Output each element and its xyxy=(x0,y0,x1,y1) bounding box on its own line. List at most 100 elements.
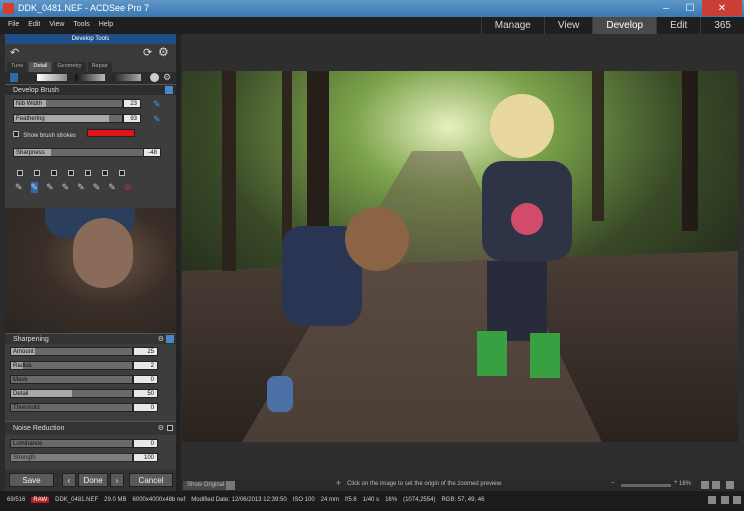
pen-icon[interactable]: ✎ xyxy=(30,182,39,193)
actual-size-icon[interactable] xyxy=(712,481,720,489)
undo-icon[interactable]: ↶ xyxy=(10,46,19,59)
feathering-label: Feathering xyxy=(16,116,45,122)
strength-value[interactable]: 100 xyxy=(133,453,158,462)
show-strokes-checkbox[interactable] xyxy=(13,131,19,137)
menu-view[interactable]: View xyxy=(49,21,64,28)
brush-checkbox[interactable] xyxy=(51,170,57,176)
brush-check-icon[interactable]: ✎ xyxy=(153,99,161,110)
fullscreen-icon[interactable] xyxy=(726,481,734,489)
mode-develop[interactable]: Develop xyxy=(592,17,657,34)
menu-help[interactable]: Help xyxy=(99,21,113,28)
sharpness-label: Sharpness xyxy=(16,150,45,156)
zoom-preview[interactable] xyxy=(5,208,176,333)
brush-checkboxes xyxy=(17,170,125,176)
sharpening-gear-icon[interactable]: ⚙ xyxy=(158,334,164,345)
reset-icon[interactable]: ⟳ xyxy=(143,46,152,59)
section-toggle-icon[interactable] xyxy=(165,86,173,94)
feathering-value[interactable]: 93 xyxy=(123,114,141,123)
nib-width-value[interactable]: 23 xyxy=(123,99,141,108)
pen-icon[interactable]: ✎ xyxy=(77,182,85,193)
compare-icon[interactable] xyxy=(226,481,235,490)
help-icon[interactable] xyxy=(150,73,159,82)
next-button[interactable]: › xyxy=(110,473,124,487)
noise-gear-icon[interactable]: ⚙ xyxy=(158,422,164,436)
zoom-in-icon[interactable]: + xyxy=(674,480,678,486)
image-count: 69/516 xyxy=(7,497,26,503)
sharpening-title: Sharpening xyxy=(13,336,49,343)
menu-tools[interactable]: Tools xyxy=(73,21,89,28)
minimize-button[interactable]: – xyxy=(654,0,678,16)
amount-value[interactable]: 25 xyxy=(133,347,158,356)
pen-icon[interactable]: ✎ xyxy=(46,182,54,193)
luminance-slider[interactable]: Luminance xyxy=(10,439,133,448)
brush-checkbox[interactable] xyxy=(68,170,74,176)
mode-manage[interactable]: Manage xyxy=(480,17,544,34)
settings-icon[interactable]: ⚙ xyxy=(163,72,171,83)
gradient-preview-3[interactable] xyxy=(113,74,141,81)
strength-slider[interactable]: Strength xyxy=(10,453,133,462)
zoom-level[interactable]: 16% xyxy=(679,481,691,487)
luminance-value[interactable]: 0 xyxy=(133,439,158,448)
pen-icon[interactable]: ✎ xyxy=(15,182,23,193)
panel-footer: Save ‹ Done › Cancel xyxy=(5,470,176,491)
brush-checkbox[interactable] xyxy=(34,170,40,176)
brush-checkbox[interactable] xyxy=(119,170,125,176)
develop-brush-header: Develop Brush xyxy=(5,84,176,95)
tab-tune[interactable]: Tune xyxy=(7,62,28,72)
radius-label: Radius xyxy=(13,363,32,369)
mask-slider[interactable]: Mask xyxy=(10,375,133,384)
photo[interactable] xyxy=(182,71,738,442)
pen-icon[interactable]: ✎ xyxy=(108,182,116,193)
brush-checkbox[interactable] xyxy=(102,170,108,176)
mode-view[interactable]: View xyxy=(543,17,593,34)
noise-toggle-checkbox[interactable] xyxy=(167,425,173,431)
brush-checkbox[interactable] xyxy=(17,170,23,176)
status-rgb: RGB: 57, 49, 46 xyxy=(441,497,485,503)
sharpness-value[interactable]: -48 xyxy=(143,148,161,157)
brush-checkbox[interactable] xyxy=(85,170,91,176)
done-button[interactable]: Done xyxy=(78,473,108,487)
mask-value[interactable]: 0 xyxy=(133,375,158,384)
detail-slider[interactable]: Detail xyxy=(10,389,133,398)
tab-detail[interactable]: Detail xyxy=(29,62,52,72)
grid-icon[interactable] xyxy=(721,496,729,504)
pen-icon[interactable]: ✎ xyxy=(93,182,101,193)
gear-icon[interactable]: ⚙ xyxy=(158,45,169,59)
brush-tool-icon[interactable] xyxy=(10,73,18,82)
gradient-preview[interactable] xyxy=(37,74,67,81)
close-button[interactable]: ✕ xyxy=(702,0,742,16)
layout-icon[interactable] xyxy=(708,496,716,504)
delete-icon[interactable]: ⊘ xyxy=(124,182,132,193)
gradient-preview-2[interactable] xyxy=(75,74,105,81)
maximize-button[interactable]: ☐ xyxy=(678,0,702,16)
mode-365[interactable]: 365 xyxy=(700,17,744,34)
tab-geometry[interactable]: Geometry xyxy=(53,62,86,72)
radius-slider[interactable]: Radius xyxy=(10,361,133,370)
zoom-out-icon[interactable]: – xyxy=(611,480,614,486)
threshold-slider[interactable]: Threshold xyxy=(10,403,133,412)
threshold-value[interactable]: 0 xyxy=(133,403,158,412)
radius-value[interactable]: 2 xyxy=(133,361,158,370)
nib-width-slider[interactable]: Nib Width xyxy=(13,99,123,108)
sharpness-slider[interactable]: Sharpness xyxy=(13,148,158,157)
show-original-button[interactable]: Show Original xyxy=(183,481,229,490)
feather-check-icon[interactable]: ✎ xyxy=(153,114,161,125)
cancel-button[interactable]: Cancel xyxy=(129,473,173,487)
menu-edit[interactable]: Edit xyxy=(28,21,40,28)
feathering-slider[interactable]: Feathering xyxy=(13,114,123,123)
menu-file[interactable]: File xyxy=(8,21,19,28)
detail-value[interactable]: 50 xyxy=(133,389,158,398)
panel-toggle-icon[interactable] xyxy=(733,496,741,504)
acdsee-window: DDK_0481.NEF - ACDSee Pro 7 – ☐ ✕ File E… xyxy=(0,0,744,511)
zoom-slider[interactable] xyxy=(621,484,671,487)
mode-edit[interactable]: Edit xyxy=(656,17,700,34)
amount-slider[interactable]: Amount xyxy=(10,347,133,356)
menu-bar: File Edit View Tools Help Manage View De… xyxy=(0,17,744,34)
sharpening-toggle-icon[interactable] xyxy=(166,335,174,343)
pen-icon[interactable]: ✎ xyxy=(62,182,70,193)
stroke-color-swatch[interactable] xyxy=(87,129,135,137)
previous-button[interactable]: ‹ xyxy=(62,473,76,487)
tab-repair[interactable]: Repair xyxy=(87,62,112,72)
fit-icon[interactable] xyxy=(701,481,709,489)
save-button[interactable]: Save xyxy=(9,473,54,487)
